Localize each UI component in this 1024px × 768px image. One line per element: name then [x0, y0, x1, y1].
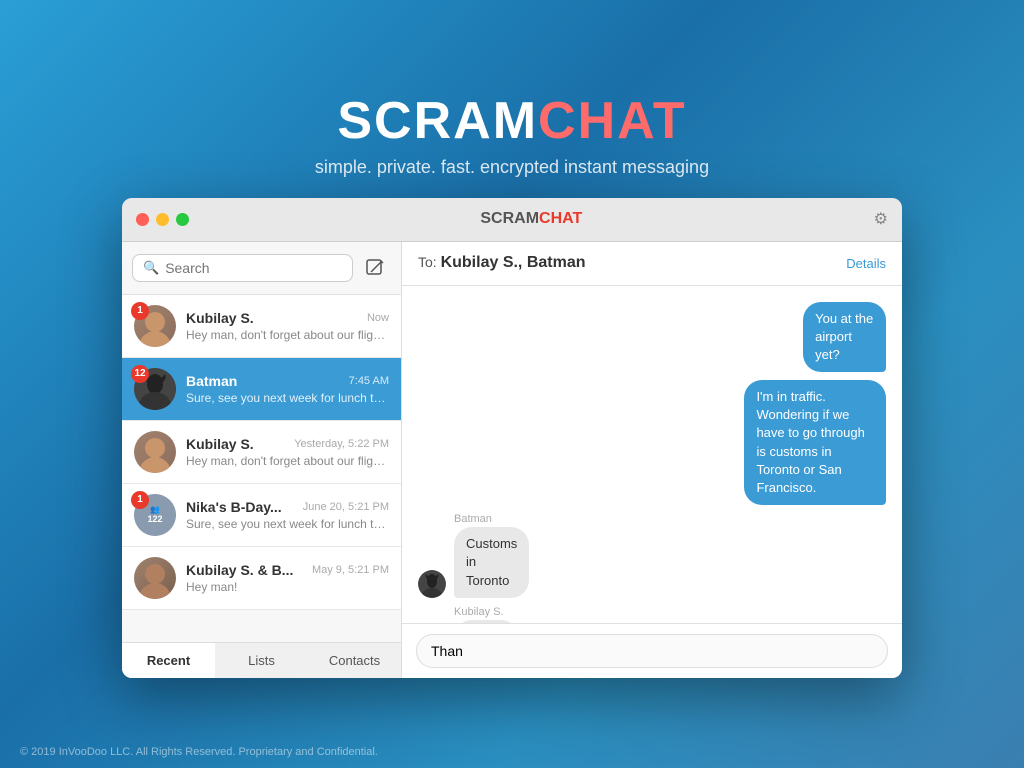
conversation-time: May 9, 5:21 PM: [312, 564, 389, 576]
message-group: I'm in traffic. Wondering if we have to …: [629, 380, 886, 505]
conversation-name: Kubilay S.: [186, 436, 254, 452]
message-bubble: Customs in Toronto: [454, 527, 529, 598]
conversation-time: June 20, 5:21 PM: [303, 501, 389, 513]
conversation-header: Nika's B-Day... June 20, 5:21 PM: [186, 499, 389, 515]
conversation-preview: Hey man!: [186, 580, 389, 594]
conversation-preview: Hey man, don't forget about our flight f…: [186, 328, 389, 342]
message-bubble: You at the airport yet?: [803, 302, 886, 373]
message-avatar: [418, 570, 446, 598]
search-input-wrapper[interactable]: 🔍: [132, 254, 353, 282]
message-row: I'm in traffic. Wondering if we have to …: [418, 380, 886, 505]
unread-badge: 1: [131, 491, 149, 509]
title-chat: CHAT: [538, 92, 687, 150]
app-subtitle: simple. private. fast. encrypted instant…: [315, 157, 709, 178]
unread-badge: 1: [131, 302, 149, 320]
compose-icon: [366, 259, 384, 277]
chat-input-area: [402, 623, 902, 678]
search-icon: 🔍: [143, 260, 159, 276]
traffic-lights: [136, 213, 189, 226]
avatar: [134, 557, 176, 599]
avatar-wrapper: 1: [134, 305, 176, 347]
avatar-wrapper: 👥 122 1: [134, 494, 176, 536]
conversation-list: 1 Kubilay S. Now Hey man, don't forget a…: [122, 295, 401, 642]
chat-input[interactable]: [416, 634, 888, 668]
conversation-body: Kubilay S. & B... May 9, 5:21 PM Hey man…: [186, 562, 389, 594]
chat-recipients: To: Kubilay S., Batman: [418, 254, 586, 272]
conversation-name: Batman: [186, 373, 237, 389]
chat-header: To: Kubilay S., Batman Details: [402, 242, 902, 286]
conversation-name: Kubilay S.: [186, 310, 254, 326]
logo-chat: CHAT: [539, 210, 582, 227]
conversation-time: Now: [367, 312, 389, 324]
svg-text:122: 122: [147, 514, 162, 524]
tab-lists[interactable]: Lists: [215, 643, 308, 678]
svg-text:👥: 👥: [150, 505, 160, 514]
message-sender: Batman: [454, 513, 492, 525]
chat-area: To: Kubilay S., Batman Details You at th…: [402, 242, 902, 678]
maximize-button[interactable]: [176, 213, 189, 226]
tab-recent[interactable]: Recent: [122, 643, 215, 678]
compose-button[interactable]: [359, 252, 391, 284]
details-link[interactable]: Details: [846, 256, 886, 271]
message-group: You at the airport yet?: [735, 302, 886, 373]
batman-avatar-icon: [418, 570, 446, 598]
message-row: Kubilay S. Sweet. Thx brah: [418, 606, 886, 623]
avatar-image: [134, 431, 176, 473]
title-scram: SCRAM: [337, 92, 538, 150]
avatar: [134, 431, 176, 473]
sidebar: 🔍: [122, 242, 402, 678]
search-input[interactable]: [165, 260, 342, 276]
title-bar: SCRAMCHAT ⚙: [122, 198, 902, 242]
logo-scram: SCRAM: [480, 210, 539, 227]
conversation-item[interactable]: Kubilay S. & B... May 9, 5:21 PM Hey man…: [122, 547, 401, 610]
main-content: 🔍: [122, 242, 902, 678]
settings-icon[interactable]: ⚙: [874, 209, 888, 229]
recipient-names: Kubilay S., Batman: [441, 254, 586, 271]
avatar-wrapper: [134, 431, 176, 473]
message-group: Batman Customs in Toronto: [454, 513, 590, 598]
footer-text: © 2019 InVooDoo LLC. All Rights Reserved…: [20, 746, 378, 758]
avatar-image: [134, 557, 176, 599]
conversation-item[interactable]: 12 Batman 7:45 AM Sure, see you next wee…: [122, 358, 401, 421]
app-title: SCRAMCHAT: [315, 91, 709, 151]
close-button[interactable]: [136, 213, 149, 226]
conversation-preview: Sure, see you next week for lunch then, …: [186, 391, 389, 405]
conversation-preview: Hey man, don't forget about our flight f…: [186, 454, 389, 468]
conversation-item[interactable]: Kubilay S. Yesterday, 5:22 PM Hey man, d…: [122, 421, 401, 484]
conversation-time: Yesterday, 5:22 PM: [294, 438, 389, 450]
conversation-body: Kubilay S. Yesterday, 5:22 PM Hey man, d…: [186, 436, 389, 468]
message-sender: Kubilay S.: [454, 606, 504, 618]
conversation-body: Batman 7:45 AM Sure, see you next week f…: [186, 373, 389, 405]
conversation-header: Batman 7:45 AM: [186, 373, 389, 389]
tab-contacts[interactable]: Contacts: [308, 643, 401, 678]
sidebar-tabs: Recent Lists Contacts: [122, 642, 401, 678]
unread-badge: 12: [131, 365, 149, 383]
message-group: Kubilay S. Sweet. Thx brah: [454, 606, 572, 623]
message-bubble: I'm in traffic. Wondering if we have to …: [744, 380, 886, 505]
conversation-name: Nika's B-Day...: [186, 499, 282, 515]
messages-area: You at the airport yet? I'm in traffic. …: [402, 286, 902, 623]
conversation-header: Kubilay S. Yesterday, 5:22 PM: [186, 436, 389, 452]
conversation-preview: Sure, see you next week for lunch then, …: [186, 517, 389, 531]
app-window: SCRAMCHAT ⚙ 🔍: [122, 198, 902, 678]
to-label: To:: [418, 254, 441, 270]
conversation-header: Kubilay S. Now: [186, 310, 389, 326]
conversation-time: 7:45 AM: [349, 375, 389, 387]
window-logo: SCRAMCHAT: [189, 210, 874, 228]
conversation-header: Kubilay S. & B... May 9, 5:21 PM: [186, 562, 389, 578]
message-row: You at the airport yet?: [418, 302, 886, 373]
avatar-wrapper: [134, 557, 176, 599]
message-row: Batman Customs in Toronto: [418, 513, 886, 598]
search-bar: 🔍: [122, 242, 401, 295]
conversation-body: Nika's B-Day... June 20, 5:21 PM Sure, s…: [186, 499, 389, 531]
conversation-body: Kubilay S. Now Hey man, don't forget abo…: [186, 310, 389, 342]
app-header: SCRAMCHAT simple. private. fast. encrypt…: [315, 91, 709, 178]
minimize-button[interactable]: [156, 213, 169, 226]
conversation-name: Kubilay S. & B...: [186, 562, 293, 578]
conversation-item[interactable]: 👥 122 1 Nika's B-Day... June 20, 5:21 PM…: [122, 484, 401, 547]
avatar-wrapper: 12: [134, 368, 176, 410]
conversation-item[interactable]: 1 Kubilay S. Now Hey man, don't forget a…: [122, 295, 401, 358]
